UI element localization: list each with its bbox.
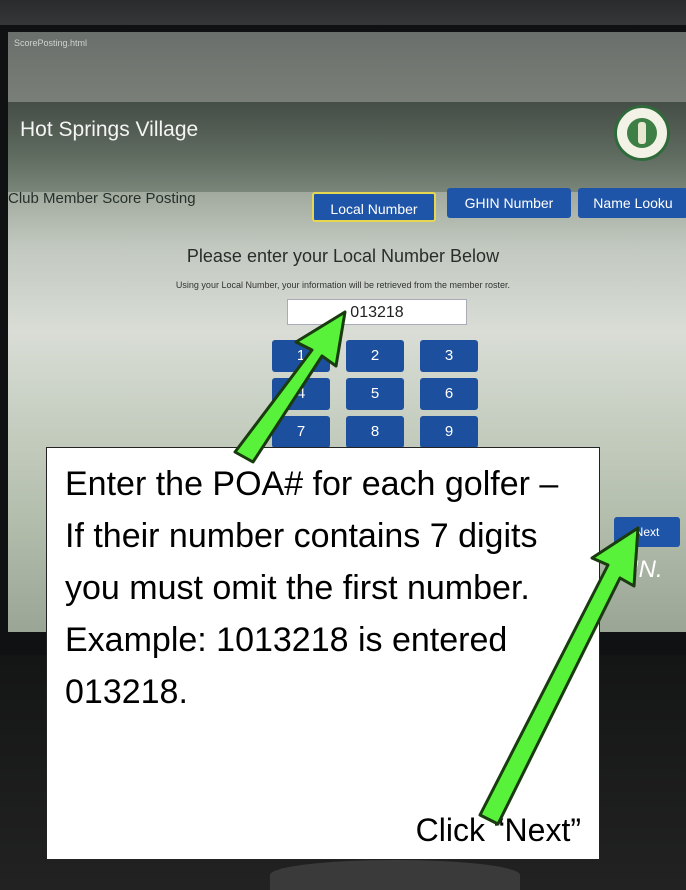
golf-club-icon — [638, 122, 646, 144]
keypad-key-6[interactable]: 6 — [420, 378, 478, 410]
section-label: Club Member Score Posting — [8, 190, 196, 207]
keypad-key-7[interactable]: 7 — [272, 416, 330, 448]
callout-next-hint: Click “Next” — [415, 812, 581, 848]
browser-url: ScorePosting.html — [14, 38, 88, 48]
keypad-key-9[interactable]: 9 — [420, 416, 478, 448]
tab-ghin-number[interactable]: GHIN Number — [447, 188, 571, 218]
entry-subtext: Using your Local Number, your informatio… — [175, 280, 511, 290]
tab-name-lookup[interactable]: Name Looku — [578, 188, 686, 218]
tab-local-number[interactable]: Local Number — [312, 192, 436, 222]
keypad-key-3[interactable]: 3 — [420, 340, 478, 372]
ghin-logo: IN. — [632, 556, 663, 583]
local-number-input[interactable]: 013218 — [287, 299, 467, 325]
keypad-key-8[interactable]: 8 — [346, 416, 404, 448]
golf-association-logo-icon — [614, 105, 670, 161]
keypad-key-4[interactable]: 4 — [272, 378, 330, 410]
header-band — [8, 102, 686, 192]
app-title: Hot Springs Village — [20, 118, 199, 141]
callout-instruction: Enter the POA# for each golfer – If thei… — [65, 465, 559, 711]
keypad-key-2[interactable]: 2 — [346, 340, 404, 372]
entry-heading: Please enter your Local Number Below — [186, 246, 500, 266]
monitor-stand — [270, 860, 520, 890]
instruction-callout: Enter the POA# for each golfer – If thei… — [46, 447, 600, 860]
keypad-key-5[interactable]: 5 — [346, 378, 404, 410]
next-button[interactable]: Next — [614, 517, 680, 547]
keypad-key-1[interactable]: 1 — [272, 340, 330, 372]
